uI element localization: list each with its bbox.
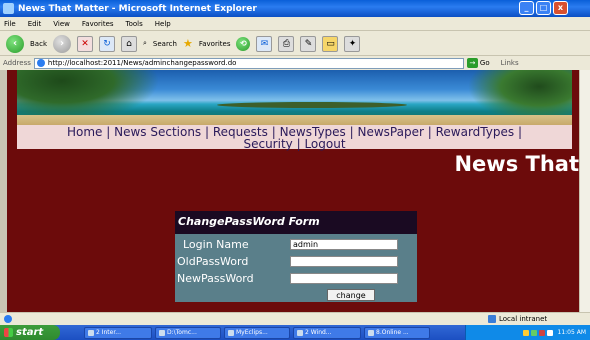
nav-security[interactable]: Security [243, 137, 292, 151]
address-url[interactable]: http://localhost:2011/News/adminchangepa… [48, 59, 237, 67]
folder-icon [297, 329, 303, 336]
folder-icon [159, 329, 165, 336]
banner-image [17, 70, 572, 125]
old-password-row: OldPassWord [175, 255, 417, 271]
task-item[interactable]: 2 Wind... [293, 326, 361, 339]
change-button[interactable]: change [327, 289, 375, 301]
menu-edit[interactable]: Edit [28, 20, 42, 28]
ie-icon [88, 329, 94, 336]
page-viewport: Home | News Sections | Requests | NewsTy… [7, 70, 579, 312]
address-bar: Address http://localhost:2011/News/admin… [0, 56, 590, 70]
task-item-label: MyEclips... [236, 329, 268, 336]
login-row: Login Name [175, 238, 417, 254]
window-left-border [0, 70, 7, 312]
start-label: start [16, 327, 44, 338]
window-titlebar: News That Matter - Microsoft Internet Ex… [0, 0, 590, 17]
refresh-icon[interactable]: ↻ [99, 35, 115, 52]
new-password-row: NewPassWord [175, 272, 417, 288]
new-password-input[interactable] [290, 273, 398, 284]
old-password-input[interactable] [290, 256, 398, 267]
history-icon[interactable]: ⟲ [236, 36, 251, 51]
island [217, 102, 407, 108]
security-zone: Local intranet [488, 315, 547, 323]
address-input[interactable]: http://localhost:2011/News/adminchangepa… [33, 57, 464, 69]
menubar: File Edit View Favorites Tools Help [0, 17, 590, 31]
tray-icon[interactable] [522, 329, 529, 336]
nav-rewardtypes[interactable]: RewardTypes [436, 125, 515, 139]
new-password-label: NewPassWord [177, 272, 254, 285]
go-label: Go [479, 59, 490, 67]
login-name-label: Login Name [183, 238, 249, 251]
page-icon [36, 59, 45, 67]
go-button[interactable]: → Go [466, 58, 490, 68]
menu-tools[interactable]: Tools [126, 20, 143, 28]
print-icon[interactable]: ⎙ [278, 35, 295, 52]
minimize-button[interactable]: _ [519, 1, 534, 15]
ie-icon [3, 3, 14, 14]
task-item-label: D:\Tomc... [167, 329, 197, 336]
search-icon[interactable]: ⌕ [143, 39, 147, 48]
favorites-button-label[interactable]: Favorites [199, 40, 231, 48]
messenger-icon[interactable]: ✦ [344, 35, 361, 52]
task-item-label: 2 Wind... [305, 329, 332, 336]
taskbar: start 2 Inter... D:\Tomc... MyEclips... … [0, 325, 590, 340]
status-bar: Local intranet [0, 312, 590, 325]
form-title: ChangePassWord Form [175, 211, 417, 234]
back-icon[interactable]: ‹ [6, 34, 24, 53]
search-button-label[interactable]: Search [153, 40, 177, 48]
menu-help[interactable]: Help [155, 20, 171, 28]
login-name-input[interactable] [290, 239, 398, 250]
mail-icon[interactable]: ✉ [256, 35, 273, 52]
clock: 11:05 AM [557, 329, 586, 336]
forward-icon[interactable]: › [53, 34, 71, 53]
zone-label: Local intranet [499, 315, 548, 323]
nav-newspaper[interactable]: NewsPaper [358, 125, 424, 139]
status-page-icon [4, 315, 12, 323]
task-item[interactable]: MyEclips... [224, 326, 290, 339]
maximize-button[interactable]: □ [536, 1, 551, 15]
address-label: Address [3, 59, 31, 67]
vertical-scrollbar[interactable] [579, 70, 590, 312]
nav-news-sections[interactable]: News Sections [114, 125, 201, 139]
start-button[interactable]: start [0, 325, 60, 340]
site-nav: Home | News Sections | Requests | NewsTy… [17, 125, 572, 151]
favorites-icon[interactable]: ★ [183, 37, 193, 50]
windows-flag-icon [4, 328, 13, 337]
tray-icon[interactable] [538, 329, 545, 336]
menu-file[interactable]: File [4, 20, 16, 28]
volume-icon[interactable] [546, 329, 553, 336]
menu-view[interactable]: View [53, 20, 70, 28]
go-arrow-icon: → [466, 58, 478, 68]
old-password-label: OldPassWord [177, 255, 249, 268]
system-tray: 11:05 AM [465, 325, 590, 340]
document-icon [368, 329, 374, 336]
browser-toolbar: ‹ Back › ✕ ↻ ⌂ ⌕ Search ★ Favorites ⟲ ✉ … [0, 32, 590, 56]
home-icon[interactable]: ⌂ [121, 35, 137, 52]
site-title: News That [454, 152, 579, 176]
window-title: News That Matter - Microsoft Internet Ex… [18, 3, 257, 14]
stop-icon[interactable]: ✕ [77, 35, 93, 52]
nav-home[interactable]: Home [67, 125, 102, 139]
edit-icon[interactable]: ✎ [300, 35, 317, 52]
task-item[interactable]: 2 Inter... [84, 326, 152, 339]
menu-favorites[interactable]: Favorites [82, 20, 114, 28]
task-item-label: 8.Online ... [376, 329, 409, 336]
change-password-form: ChangePassWord Form Login Name OldPassWo… [175, 211, 417, 302]
task-item[interactable]: D:\Tomc... [155, 326, 221, 339]
task-item-label: 2 Inter... [96, 329, 121, 336]
close-button[interactable]: x [553, 1, 568, 15]
task-item[interactable]: 8.Online ... [364, 326, 430, 339]
eclipse-icon [228, 329, 234, 336]
beach [17, 115, 572, 125]
intranet-icon [488, 315, 496, 323]
folder-icon[interactable]: ▭ [322, 35, 339, 52]
links-label[interactable]: Links [501, 59, 519, 67]
nav-logout[interactable]: Logout [304, 137, 345, 151]
tray-icon[interactable] [530, 329, 537, 336]
back-button-label[interactable]: Back [30, 40, 47, 48]
